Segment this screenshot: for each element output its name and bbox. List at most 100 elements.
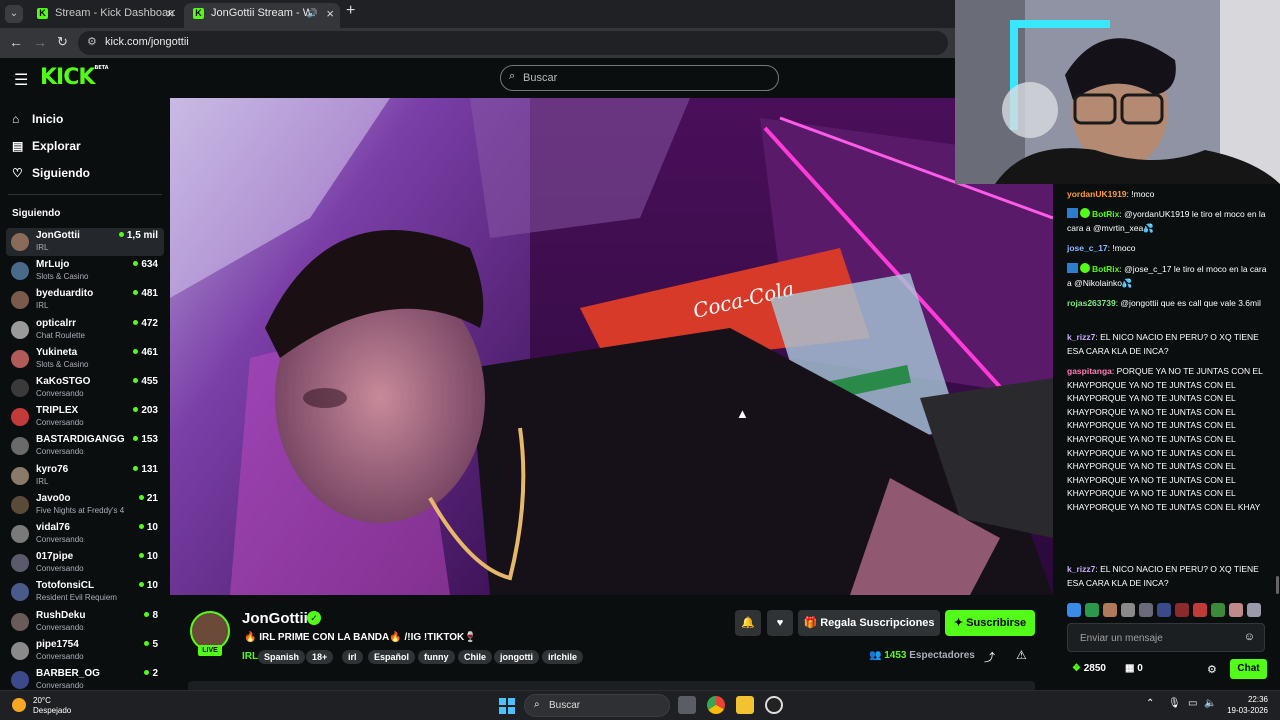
following-channel[interactable]: kyro76 IRL 131: [6, 462, 164, 490]
chat-username[interactable]: BotRix: [1092, 264, 1119, 274]
chat-username[interactable]: k_rizz7: [1067, 564, 1095, 574]
following-channel[interactable]: KaKoSTGO Conversando 455: [6, 374, 164, 402]
search-input[interactable]: [523, 70, 763, 86]
chat-text: !moco: [1112, 243, 1136, 253]
channel-points[interactable]: ❖ 2850: [1072, 663, 1106, 674]
stream-tag[interactable]: funny: [418, 650, 455, 664]
gift-subs-button[interactable]: 🎁 Regala Suscripciones: [798, 610, 940, 636]
chrome-icon[interactable]: [707, 696, 725, 714]
stream-tag[interactable]: jongotti: [494, 650, 539, 664]
following-channel[interactable]: byeduardito IRL 481: [6, 286, 164, 314]
viewer-number: 461: [141, 346, 158, 358]
emote-icon[interactable]: [1103, 603, 1117, 617]
chat-settings-icon[interactable]: ⚙: [1207, 663, 1217, 676]
stream-tag[interactable]: irl: [342, 650, 363, 664]
url-field[interactable]: ⚙ kick.com/jongottii: [78, 31, 948, 55]
following-channel[interactable]: TRIPLEX Conversando 203: [6, 403, 164, 431]
following-channel[interactable]: BARBER_OG Conversando 2: [6, 666, 164, 690]
following-channel[interactable]: vidal76 Conversando 10: [6, 520, 164, 548]
subscribe-label: Suscribirse: [966, 617, 1027, 629]
emote-icon[interactable]: [1229, 603, 1243, 617]
chat-username[interactable]: k_rizz7: [1067, 332, 1095, 342]
following-channel[interactable]: pipe1754 Conversando 5: [6, 637, 164, 665]
streamer-name[interactable]: JonGottii: [242, 610, 308, 627]
channel-viewers: 481: [133, 288, 158, 299]
stream-tag[interactable]: Spanish: [258, 650, 306, 664]
reload-icon[interactable]: ↻: [57, 34, 68, 50]
share-icon[interactable]: ⤴: [984, 649, 995, 665]
video-player[interactable]: Coca-Cola ▲: [170, 98, 1053, 595]
windows-start-icon[interactable]: [499, 698, 515, 714]
stream-tag[interactable]: Chile: [458, 650, 493, 664]
webcam-frame: [955, 0, 1280, 184]
bell-icon[interactable]: 🔔: [735, 610, 761, 636]
chat-send-button[interactable]: Chat: [1230, 659, 1267, 679]
task-view-icon[interactable]: [678, 696, 696, 714]
chat-username[interactable]: yordanUK1919: [1067, 189, 1127, 199]
emote-icon[interactable]: [1121, 603, 1135, 617]
emote-icon[interactable]: [1211, 603, 1225, 617]
chat-username[interactable]: jose_c_17: [1067, 243, 1108, 253]
nav-explorar[interactable]: ▤ Explorar: [12, 139, 81, 161]
follow-heart-icon[interactable]: ♥: [767, 610, 793, 636]
emote-icon[interactable]: [1193, 603, 1207, 617]
nav-siguiendo[interactable]: ♡ Siguiendo: [12, 166, 90, 188]
emote-icon[interactable]: [1247, 603, 1261, 617]
nav-inicio[interactable]: ⌂ Inicio: [12, 112, 63, 134]
system-clock[interactable]: 22:36 19-03-2026: [1224, 694, 1268, 716]
moon-weather-icon: [12, 698, 26, 712]
forward-icon[interactable]: →: [33, 34, 47, 50]
following-channel[interactable]: BASTARDIGANGG Conversando 153: [6, 432, 164, 460]
following-channel[interactable]: JonGottii IRL 1,5 mil: [6, 228, 164, 256]
network-icon[interactable]: ▭: [1188, 698, 1197, 709]
obs-icon[interactable]: [765, 696, 783, 714]
chat-username[interactable]: rojas263739: [1067, 298, 1116, 308]
report-icon[interactable]: ⚠: [1016, 648, 1027, 662]
emote-icon[interactable]: [1175, 603, 1189, 617]
channel-viewers: 131: [133, 464, 158, 475]
tab-kick-dashboard[interactable]: K Stream - Kick Dashboard ×: [28, 3, 180, 28]
following-channel[interactable]: Javo0o Five Nights at Freddy's 4 21: [6, 491, 164, 519]
microphone-icon[interactable]: 🎙: [1168, 698, 1181, 709]
channel-viewers: 203: [133, 405, 158, 416]
following-channel[interactable]: RushDeku Conversando 8: [6, 608, 164, 636]
following-channel[interactable]: Yukineta Slots & Casino 461: [6, 345, 164, 373]
close-tab-icon[interactable]: ×: [166, 3, 174, 24]
mystery-box[interactable]: ▦ 0: [1125, 663, 1143, 674]
volume-icon[interactable]: 🔈: [1204, 698, 1216, 709]
emoji-icon[interactable]: ☺: [1244, 631, 1255, 643]
emote-icon[interactable]: [1085, 603, 1099, 617]
stream-tag[interactable]: 18+: [306, 650, 334, 664]
emote-icon[interactable]: [1157, 603, 1171, 617]
stream-tag[interactable]: Español: [368, 650, 416, 664]
close-tab-icon[interactable]: ×: [326, 3, 334, 24]
taskbar-search[interactable]: ⌕ Buscar: [524, 694, 670, 717]
live-dot-icon: [133, 407, 139, 413]
tray-overflow-icon[interactable]: ⌃: [1146, 698, 1154, 709]
speaker-icon[interactable]: 🔊: [307, 3, 318, 24]
chat-input[interactable]: [1080, 631, 1240, 645]
kick-logo[interactable]: KICKBETA: [40, 65, 109, 90]
following-channel[interactable]: 017pipe Conversando 10: [6, 549, 164, 577]
chat-username[interactable]: BotRix: [1092, 209, 1119, 219]
emote-icon[interactable]: [1139, 603, 1153, 617]
chat-scrollbar[interactable]: [1276, 576, 1279, 594]
channel-category: Conversando: [36, 564, 84, 574]
following-channel[interactable]: MrLujo Slots & Casino 634: [6, 257, 164, 285]
menu-icon[interactable]: ☰: [14, 70, 28, 90]
tab-jongottii-stream[interactable]: K JonGottii Stream - Watch L 🔊 ×: [184, 3, 340, 28]
stream-tag[interactable]: irlchile: [542, 650, 584, 664]
chat-username[interactable]: gaspitanga: [1067, 366, 1112, 376]
live-dot-icon: [133, 465, 139, 471]
subscribe-button[interactable]: ✦ Suscribirse: [945, 610, 1035, 636]
tab-search-icon[interactable]: ⌄: [5, 5, 23, 23]
following-channel[interactable]: opticalrr Chat Roulette 472: [6, 316, 164, 344]
new-tab-icon[interactable]: +: [346, 2, 355, 20]
back-icon[interactable]: ←: [9, 34, 23, 50]
file-explorer-icon[interactable]: [736, 696, 754, 714]
site-info-icon[interactable]: ⚙: [87, 35, 97, 48]
following-channel[interactable]: TotofonsiCL Resident Evil Requiem 10: [6, 578, 164, 606]
emote-icon[interactable]: [1067, 603, 1081, 617]
stream-category[interactable]: IRL: [242, 651, 258, 662]
channel-name: Javo0o: [36, 492, 71, 504]
